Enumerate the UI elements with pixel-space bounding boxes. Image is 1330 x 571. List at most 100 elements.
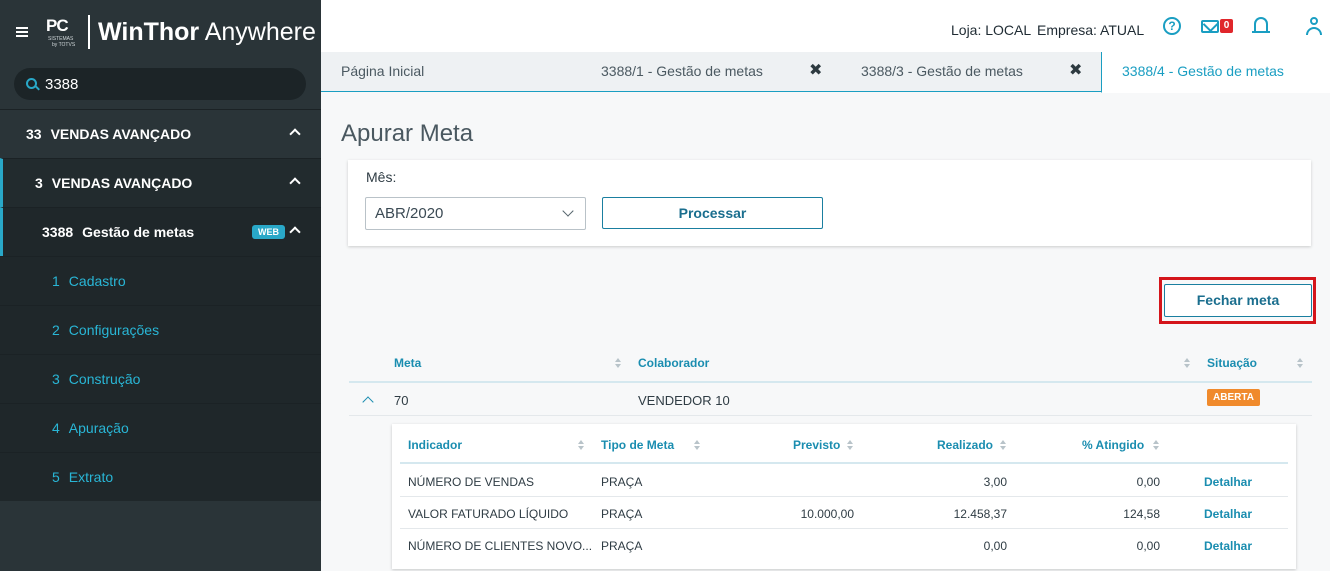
cell-previsto: 10.000,00 [800,507,854,521]
sidebar-item-number: 33 [26,126,42,142]
cell-indicador: VALOR FATURADO LÍQUIDO [408,507,569,521]
sidebar-item-number: 3 [35,175,43,191]
column-header-atingido[interactable]: % Atingido [1082,438,1144,452]
tab-label: 3388/3 - Gestão de metas [861,63,1023,79]
column-header-tipo-de-meta[interactable]: Tipo de Meta [601,438,674,452]
detail-link[interactable]: Detalhar [1204,507,1252,521]
mail-count-badge: 0 [1220,19,1233,33]
cell-realizado: 0,00 [983,539,1007,553]
column-header-realizado[interactable]: Realizado [937,438,993,452]
process-button[interactable]: Processar [602,197,823,229]
column-header-situacao[interactable]: Situação [1207,356,1257,370]
brand-bold: WinThor [98,17,200,46]
detail-link[interactable]: Detalhar [1204,475,1252,489]
sidebar-item-label: Construção [68,371,141,387]
brand-name: WinThor Anywhere [98,18,316,47]
sidebar-item-construcao[interactable]: 3 Construção [0,354,321,403]
sidebar-item-label: VENDAS AVANÇADO [51,175,193,191]
help-icon[interactable]: ? [1163,17,1181,35]
month-select[interactable]: ABR/2020 [365,197,586,230]
sidebar-item-label: Cadastro [68,273,126,289]
sidebar-item-label: VENDAS AVANÇADO [50,126,192,142]
sidebar-item-label: Extrato [68,469,114,485]
sort-icon[interactable] [1153,440,1159,450]
tab-label: 3388/1 - Gestão de metas [601,63,763,79]
cell-meta: 70 [394,393,409,408]
column-header-previsto[interactable]: Previsto [793,438,840,452]
pc-sistemas-logo: PC SISTEMAS by TOTVS [46,12,78,52]
sidebar-item-extrato[interactable]: 5 Extrato [0,452,321,501]
user-icon[interactable] [1306,17,1322,35]
detail-link[interactable]: Detalhar [1204,539,1252,553]
cell-atingido: 124,58 [1123,507,1160,521]
column-header-meta[interactable]: Meta [394,356,421,370]
logo-sub2: by TOTVS [52,42,76,48]
sidebar-search[interactable] [14,68,306,100]
column-header-colaborador[interactable]: Colaborador [638,356,709,370]
tab-pagina-inicial[interactable]: Página Inicial [321,52,581,92]
sidebar-item-label: Gestão de metas [82,224,195,240]
sidebar-item-number: 3 [52,371,60,387]
close-icon[interactable]: ✖ [1069,52,1082,90]
sidebar-item-number: 5 [52,469,60,485]
logo-text: PC [46,16,69,35]
sidebar-item-label: Configurações [68,322,160,338]
search-input[interactable] [45,75,265,93]
sidebar-item-3388-gestao-de-metas[interactable]: 3388 Gestão de metas WEB [0,207,321,256]
sort-icon[interactable] [578,440,584,450]
table-header: Meta Colaborador Situação [349,346,1312,383]
cell-indicador: NÚMERO DE VENDAS [408,475,535,489]
table-row: NÚMERO DE CLIENTES NOVO... PRAÇA 0,00 0,… [400,529,1288,561]
table-row: VALOR FATURADO LÍQUIDO PRAÇA 10.000,00 1… [400,497,1288,529]
tab-3388-1[interactable]: 3388/1 - Gestão de metas ✖ [581,52,841,92]
sort-icon[interactable] [1000,440,1006,450]
month-label: Mês: [366,169,397,185]
tab-label: 3388/4 - Gestão de metas [1122,63,1284,79]
menu-icon[interactable] [16,27,28,37]
sidebar-item-configuracoes[interactable]: 2 Configurações [0,305,321,354]
close-icon[interactable]: ✖ [809,52,822,90]
table-header: Indicador Tipo de Meta Previsto Realizad… [400,424,1288,464]
sort-icon[interactable] [694,440,700,450]
logo-bar: PC SISTEMAS by TOTVS WinThor Anywhere [0,0,321,64]
table-row: NÚMERO DE VENDAS PRAÇA 3,00 0,00 Detalha… [400,465,1288,497]
sidebar-item-cadastro[interactable]: 1 Cadastro [0,256,321,305]
cell-atingido: 0,00 [1136,539,1160,553]
sort-icon[interactable] [847,440,853,450]
bell-icon[interactable] [1252,17,1270,33]
close-goal-button[interactable]: Fechar meta [1164,284,1312,317]
sort-icon[interactable] [1184,358,1190,368]
sidebar-item-33-vendas-avancado[interactable]: 33 VENDAS AVANÇADO [0,109,321,158]
collapse-row-icon[interactable] [362,396,374,408]
cell-realizado: 12.458,37 [953,507,1007,521]
cell-indicador: NÚMERO DE CLIENTES NOVO... [408,539,593,553]
sort-icon[interactable] [1297,358,1303,368]
tab-bar: Página Inicial 3388/1 - Gestão de metas … [321,52,1330,93]
sort-icon[interactable] [615,358,621,368]
cell-colaborador: VENDEDOR 10 [638,393,730,408]
sidebar-nav: 33 VENDAS AVANÇADO 3 VENDAS AVANÇADO 338… [0,109,321,501]
chevron-up-icon[interactable] [289,226,301,238]
search-icon [26,77,39,91]
column-header-indicador[interactable]: Indicador [408,438,462,452]
sidebar-item-apuracao[interactable]: 4 Apuração [0,403,321,452]
cell-realizado: 3,00 [983,475,1007,489]
chevron-up-icon[interactable] [289,177,301,189]
filter-card: Mês: ABR/2020 Processar [348,160,1311,246]
company-label: Empresa: ATUAL [1037,22,1145,38]
sidebar-item-number: 1 [52,273,60,289]
page-title: Apurar Meta [341,120,474,147]
chevron-up-icon[interactable] [289,128,301,140]
sidebar-item-number: 2 [52,322,60,338]
indicators-table: Indicador Tipo de Meta Previsto Realizad… [392,424,1296,569]
tab-3388-4[interactable]: 3388/4 - Gestão de metas [1101,52,1330,93]
cell-tipo: PRAÇA [601,475,643,489]
mail-icon[interactable] [1201,20,1219,33]
month-select-value: ABR/2020 [375,205,444,222]
web-badge: WEB [252,225,285,239]
tab-3388-3[interactable]: 3388/3 - Gestão de metas ✖ [841,52,1101,92]
store-label: Loja: LOCAL [951,22,1032,38]
sidebar-item-3-vendas-avancado[interactable]: 3 VENDAS AVANÇADO [0,158,321,207]
table-row[interactable]: 70 VENDEDOR 10 ABERTA [349,384,1312,416]
sidebar-item-number: 3388 [42,224,74,240]
